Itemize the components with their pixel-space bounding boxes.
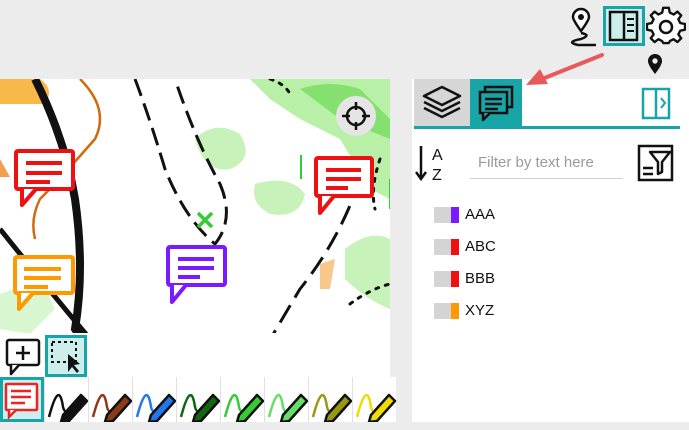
pen-green-button[interactable] [220, 377, 265, 424]
svg-text:A: A [432, 147, 443, 164]
pen-yellow-button[interactable] [352, 377, 397, 424]
layer-checkbox[interactable] [434, 207, 451, 223]
layer-label: XYZ [465, 302, 495, 319]
pen-icon [355, 393, 397, 424]
layer-item[interactable]: BBB [434, 269, 634, 289]
layer-color-swatch [451, 271, 459, 287]
layer-checkbox[interactable] [434, 303, 451, 319]
panel-collapse-button[interactable] [640, 86, 674, 120]
crosshair-icon [336, 96, 376, 136]
layer-item[interactable]: ABC [434, 237, 634, 257]
pen-icon [223, 393, 265, 424]
pen-icon [311, 393, 353, 424]
pen-brown-button[interactable] [88, 377, 133, 424]
layer-item[interactable]: AAA [434, 205, 634, 225]
location-route-button[interactable] [560, 6, 602, 50]
layer-checkbox[interactable] [434, 271, 451, 287]
panel-toggle-icon [608, 10, 639, 42]
layer-label: BBB [465, 270, 496, 287]
pen-icon [91, 393, 133, 424]
annotation-arrow [526, 53, 604, 85]
layers-icon [422, 85, 462, 119]
tab-underline [414, 126, 680, 129]
pen-blue-button[interactable] [132, 377, 177, 424]
pen-dark-green-button[interactable] [176, 377, 221, 424]
pen-icon [179, 393, 221, 424]
settings-button[interactable] [645, 6, 687, 46]
location-route-icon [571, 7, 596, 47]
pen-icon [135, 393, 177, 424]
svg-text:Z: Z [432, 167, 442, 184]
note-icon [4, 382, 39, 421]
panel-collapse-icon [641, 87, 671, 120]
layer-color-swatch [451, 239, 459, 255]
layer-checkbox[interactable] [434, 239, 451, 255]
map-note-red-1 [14, 149, 75, 207]
sort-az-icon: A Z [414, 146, 443, 184]
pen-black-button[interactable] [44, 377, 89, 424]
layer-color-swatch [451, 207, 459, 223]
pen-icon [267, 393, 309, 424]
chat-bubbles-icon [478, 85, 514, 122]
map-note-red-2 [314, 156, 374, 215]
location-pin-button[interactable] [645, 52, 665, 76]
layer-item[interactable]: XYZ [434, 301, 634, 321]
note-tool-button[interactable] [0, 377, 44, 422]
add-note-button[interactable] [3, 336, 43, 376]
gear-icon [645, 6, 687, 45]
layer-label: AAA [465, 206, 496, 223]
add-note-icon [5, 338, 41, 376]
location-pin-icon [648, 54, 662, 74]
map-note-purple [166, 245, 227, 304]
tab-layers[interactable] [414, 79, 470, 126]
layer-color-swatch [451, 303, 459, 319]
panel-toggle-button[interactable] [603, 6, 645, 46]
select-area-button[interactable] [45, 335, 87, 377]
layer-label: ABC [465, 238, 496, 255]
pen-light-green-button[interactable] [264, 377, 309, 424]
selection-cursor-icon [51, 341, 80, 373]
filter-button[interactable] [637, 143, 677, 183]
pen-olive-button[interactable] [308, 377, 353, 424]
filter-input[interactable] [470, 147, 623, 179]
sort-button[interactable]: A Z [414, 142, 453, 184]
filter-icon [637, 144, 674, 182]
pen-icon [47, 393, 89, 424]
tab-notes[interactable] [470, 79, 522, 126]
